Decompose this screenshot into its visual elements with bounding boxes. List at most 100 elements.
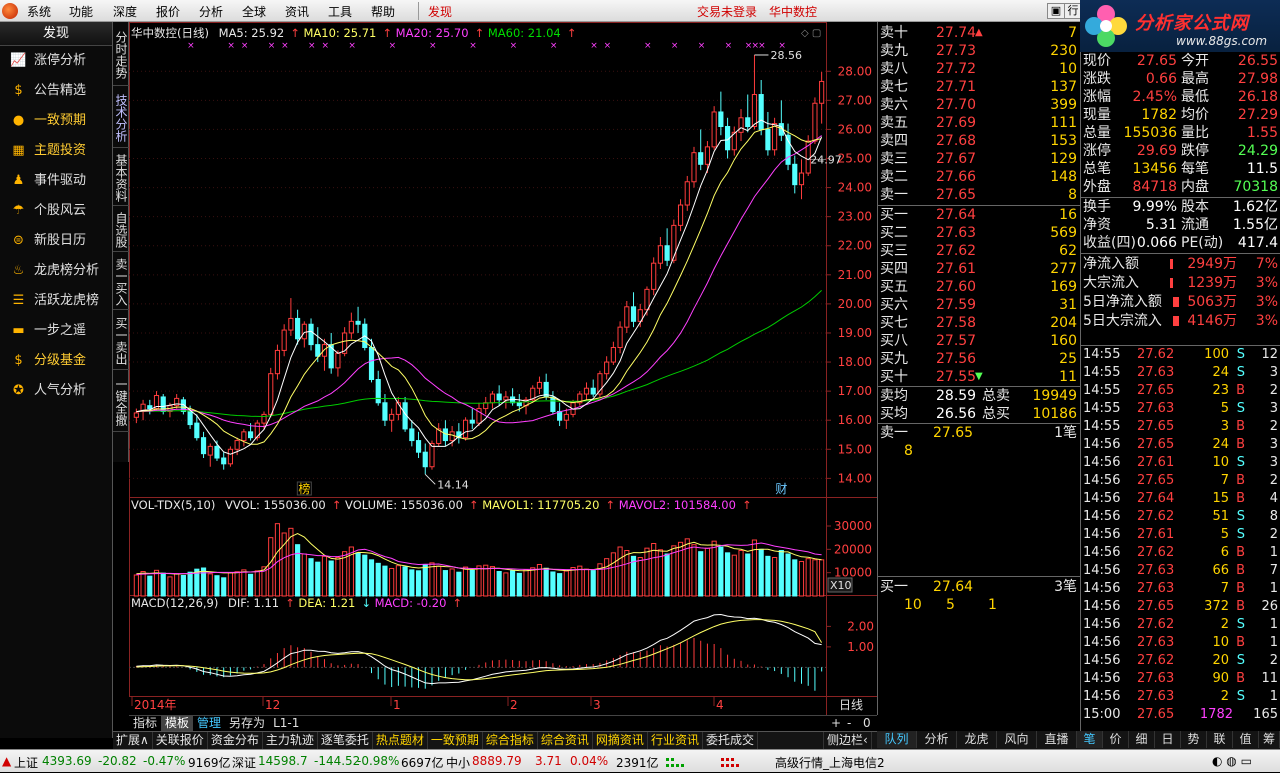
sell-level-3[interactable]: 卖七 27.71 137 — [878, 78, 1081, 96]
right-tab-7[interactable]: 细 — [1129, 731, 1155, 748]
tick-row[interactable]: 14:56 27.62 6 B 1 — [1081, 544, 1280, 562]
composite-news-button[interactable]: 综合资讯 — [538, 732, 593, 749]
buy-level-0[interactable]: 买一 27.64 16 — [878, 206, 1081, 224]
buy-queue[interactable]: 买一 27.64 3笔 — [878, 578, 1081, 596]
vtab-3[interactable]: 自选股 — [113, 208, 129, 252]
tick-row[interactable]: 14:56 27.61 5 S 2 — [1081, 526, 1280, 544]
tick-row[interactable]: 15:00 27.65 1782 165 — [1081, 706, 1280, 724]
sidebar-item-6[interactable]: ⊜ 新股日历 — [0, 226, 112, 256]
tick-row[interactable]: 14:55 27.63 5 S 3 — [1081, 400, 1280, 418]
tick-row[interactable]: 14:56 27.63 90 B 11 — [1081, 670, 1280, 688]
sidebar-item-7[interactable]: ♨ 龙虎榜分析 — [0, 256, 112, 286]
sidebar-toggle-button[interactable]: 侧边栏‹ — [823, 732, 872, 749]
sell-queue[interactable]: 卖一 27.65 1笔 — [878, 424, 1081, 442]
sidebar-item-10[interactable]: $ 分级基金 — [0, 346, 112, 376]
buy-level-4[interactable]: 买五 27.60 169 — [878, 278, 1081, 296]
login-status[interactable]: 交易未登录 — [697, 3, 757, 20]
fund-flow-row[interactable]: 5日大宗流入 4146万 3% — [1081, 312, 1280, 330]
menu-analysis[interactable]: 分析 — [199, 3, 223, 20]
sell-level-0[interactable]: 卖十 27.74 7 ▲ — [878, 24, 1081, 42]
tick-row[interactable]: 14:56 27.61 10 S 3 — [1081, 454, 1280, 472]
tick-row[interactable]: 14:56 27.64 15 B 4 — [1081, 490, 1280, 508]
related-quote-button[interactable]: 关联报价 — [153, 732, 208, 749]
sell-level-7[interactable]: 卖三 27.67 129 — [878, 150, 1081, 168]
period-label[interactable]: 日线 — [839, 698, 863, 712]
sidebar-item-11[interactable]: ✪ 人气分析 — [0, 376, 112, 406]
sz-index-label[interactable]: 深证 — [232, 754, 256, 771]
menu-global[interactable]: 全球 — [242, 3, 266, 20]
web-news-button[interactable]: 网摘资讯 — [593, 732, 648, 749]
right-tab-0[interactable]: 队列 — [877, 731, 917, 748]
industry-news-button[interactable]: 行业资讯 — [648, 732, 703, 749]
menu-system[interactable]: 系统 — [27, 3, 51, 20]
right-tab-6[interactable]: 价 — [1103, 731, 1129, 748]
tick-row[interactable]: 14:56 27.63 66 B 7 — [1081, 562, 1280, 580]
sell-level-1[interactable]: 卖九 27.73 230 — [878, 42, 1081, 60]
tick-row[interactable]: 14:56 27.63 7 B 1 — [1081, 580, 1280, 598]
sidebar-item-1[interactable]: $ 公告精选 — [0, 76, 112, 106]
tick-row[interactable]: 14:56 27.62 20 S 2 — [1081, 652, 1280, 670]
menu-discover[interactable]: 发现 — [428, 3, 452, 20]
menu-quote[interactable]: 报价 — [156, 3, 180, 20]
fund-flow-row[interactable]: 净流入额 2949万 7% — [1081, 255, 1280, 273]
zoom-reset-button[interactable]: 0 — [859, 716, 875, 731]
tick-row[interactable]: 14:56 27.62 2 S 1 — [1081, 616, 1280, 634]
sidebar-item-3[interactable]: ▦ 主题投资 — [0, 136, 112, 166]
tick-row[interactable]: 14:56 27.65 372 B 26 — [1081, 598, 1280, 616]
lhb-marker[interactable]: 榜 — [298, 481, 310, 496]
vtab-4[interactable]: 卖一买入 — [113, 254, 129, 310]
sh-index-label[interactable]: 上证 — [14, 754, 38, 771]
tab-save-as[interactable]: 另存为 — [225, 716, 269, 731]
fund-distribution-button[interactable]: 资金分布 — [208, 732, 263, 749]
tick-list[interactable]: 14:55 27.62 100 S 12 14:55 27.63 24 S 3 14:55 27.65… — [1080, 345, 1280, 731]
fund-flow-row[interactable]: 5日净流入额 5063万 3% — [1081, 293, 1280, 311]
tick-row[interactable]: 14:55 27.65 3 B 2 — [1081, 418, 1280, 436]
buy-level-9[interactable]: 买十 27.55 11 ▼ — [878, 368, 1081, 386]
vtab-5[interactable]: 买一卖出 — [113, 312, 129, 370]
vtab-2[interactable]: 基本资料 — [113, 150, 129, 206]
tab-manage[interactable]: 管理 — [193, 716, 225, 731]
right-tab-10[interactable]: 联 — [1207, 731, 1233, 748]
right-tab-5[interactable]: 笔 — [1077, 731, 1103, 748]
vtab-1[interactable]: 技术分析 — [113, 88, 129, 148]
tick-row[interactable]: 14:56 27.62 51 S 8 — [1081, 508, 1280, 526]
tab-template[interactable]: 模板 — [161, 716, 194, 731]
right-tab-2[interactable]: 龙虎 — [957, 731, 997, 748]
consensus-button[interactable]: 一致预期 — [428, 732, 483, 749]
sell-level-8[interactable]: 卖二 27.66 148 — [878, 168, 1081, 186]
kline-chart[interactable]: 28.00 27.00 26.00 25.00 24.00 23.00 22.00 21.00… — [129, 22, 877, 715]
tab-l1[interactable]: L1-1 — [269, 716, 303, 731]
sidebar-item-2[interactable]: ● 一致预期 — [0, 106, 112, 136]
tick-row[interactable]: 14:55 27.62 100 S 12 — [1081, 346, 1280, 364]
menu-tools[interactable]: 工具 — [328, 3, 352, 20]
sell-level-2[interactable]: 卖八 27.72 10 — [878, 60, 1081, 78]
menu-depth[interactable]: 深度 — [113, 3, 137, 20]
sell-level-9[interactable]: 卖一 27.65 8 — [878, 186, 1081, 204]
order-deal-button[interactable]: 委托成交 — [703, 732, 758, 749]
buy-level-5[interactable]: 买六 27.59 31 — [878, 296, 1081, 314]
chart-canvas[interactable]: 28.0027.0026.0025.0024.0023.0022.0021.00… — [129, 22, 877, 715]
tab-indicator[interactable]: 指标 — [129, 716, 161, 731]
menu-help[interactable]: 帮助 — [371, 3, 395, 20]
expand-button[interactable]: 扩展∧ — [113, 732, 153, 749]
composite-indicator-button[interactable]: 综合指标 — [483, 732, 538, 749]
finance-marker[interactable]: 财 — [775, 482, 787, 496]
buy-level-6[interactable]: 买七 27.58 204 — [878, 314, 1081, 332]
right-tab-11[interactable]: 值 — [1233, 731, 1259, 748]
tick-row[interactable]: 14:56 27.63 2 S 1 — [1081, 688, 1280, 706]
feed-server[interactable]: 高级行情_上海电信2 — [775, 754, 885, 771]
sell-level-6[interactable]: 卖四 27.68 153 — [878, 132, 1081, 150]
sidebar-item-0[interactable]: 📈 涨停分析 — [0, 46, 112, 76]
order-by-order-button[interactable]: 逐笔委托 — [318, 732, 373, 749]
buy-level-3[interactable]: 买四 27.61 277 — [878, 260, 1081, 278]
tick-row[interactable]: 14:56 27.65 7 B 2 — [1081, 472, 1280, 490]
sell-level-5[interactable]: 卖五 27.69 111 — [878, 114, 1081, 132]
right-tab-1[interactable]: 分析 — [917, 731, 957, 748]
buy-level-1[interactable]: 买二 27.63 569 — [878, 224, 1081, 242]
fund-flow-row[interactable]: 大宗流入 1239万 3% — [1081, 274, 1280, 292]
vtab-6[interactable]: 一键全撤 — [113, 372, 129, 432]
right-tab-9[interactable]: 势 — [1181, 731, 1207, 748]
menu-function[interactable]: 功能 — [69, 3, 93, 20]
sidebar-item-9[interactable]: ▬ 一步之遥 — [0, 316, 112, 346]
right-tab-4[interactable]: 直播 — [1037, 731, 1077, 748]
